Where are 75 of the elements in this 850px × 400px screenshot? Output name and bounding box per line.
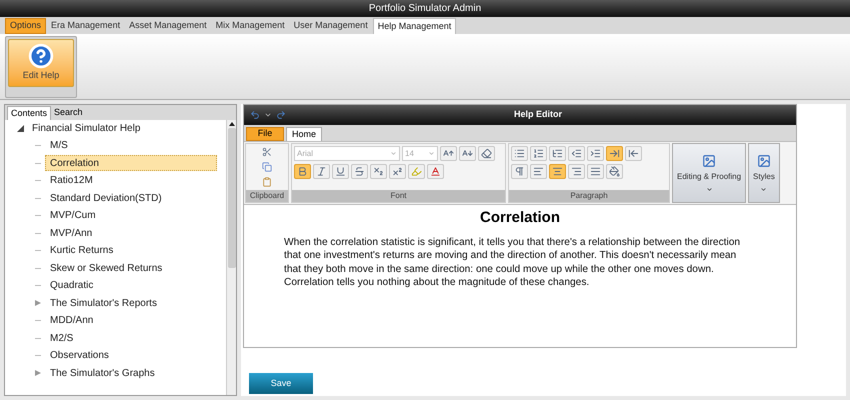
- tree-item[interactable]: Observations: [45, 348, 114, 364]
- subscript-icon[interactable]: [370, 164, 387, 179]
- ribbon-dropdown-button[interactable]: Styles: [748, 143, 780, 203]
- decrease-indent-icon[interactable]: [568, 146, 585, 161]
- tree-item[interactable]: The Simulator's Graphs: [45, 365, 160, 382]
- editor-title: Help Editor: [512, 108, 563, 122]
- tree-item[interactable]: MVP/Ann: [45, 225, 98, 242]
- caret-icon: [760, 186, 768, 192]
- tree-item[interactable]: MDD/Ann: [45, 312, 98, 329]
- caret-icon: [706, 186, 713, 192]
- group-label: Font: [292, 190, 505, 202]
- align-left-icon[interactable]: [530, 164, 547, 179]
- tree-item[interactable]: Standard Deviation(STD): [45, 190, 167, 206]
- shading-icon[interactable]: [606, 164, 623, 179]
- scrollbar[interactable]: [226, 120, 236, 395]
- tree-item[interactable]: The Simulator's Reports: [45, 295, 162, 312]
- tree-item[interactable]: Financial Simulator Help: [28, 121, 144, 136]
- document-paragraph: When the correlation statistic is significant, it tells you that there's a relationship between the direction that one investment's returns are moving and the direction of another. This doesn't necessarily mean that they both move in the same direction: one could move up while the other one moves down. Correlation tells you nothing about the magnitude of these changes.: [284, 236, 742, 290]
- justify-icon[interactable]: [587, 164, 604, 179]
- tree-item[interactable]: MVP/Cum: [45, 208, 101, 224]
- numbered-list-icon[interactable]: [530, 146, 547, 161]
- editor-tab[interactable]: File: [246, 127, 284, 141]
- grow-font-icon[interactable]: [440, 146, 457, 161]
- scroll-up-arrow-icon[interactable]: [228, 122, 234, 126]
- save-button[interactable]: Save: [249, 373, 313, 394]
- menu-tab[interactable]: Help Management: [372, 18, 456, 34]
- menu-tab[interactable]: Asset Management: [125, 18, 211, 34]
- pilcrow-icon[interactable]: [511, 164, 528, 179]
- tree-item[interactable]: Ratio12M: [45, 172, 98, 189]
- sidebar-tab[interactable]: Contents: [7, 106, 52, 120]
- multilevel-list-icon[interactable]: [549, 146, 566, 161]
- strikethrough-icon[interactable]: [351, 164, 368, 179]
- menu-tab[interactable]: User Management: [290, 18, 372, 34]
- caret-icon: [428, 150, 435, 157]
- superscript-icon[interactable]: [389, 164, 406, 179]
- window-title: Portfolio Simulator Admin: [368, 2, 482, 16]
- bullet-list-icon[interactable]: [511, 146, 528, 161]
- align-center-icon[interactable]: [549, 164, 566, 179]
- italic-icon[interactable]: [313, 164, 330, 179]
- picture-icon: [756, 154, 771, 168]
- menu-tab[interactable]: Options: [5, 18, 46, 34]
- help-question-icon: [28, 43, 54, 70]
- ribbon-dropdown-button[interactable]: Editing & Proofing: [672, 143, 746, 203]
- tree-item[interactable]: Skew or Skewed Returns: [45, 260, 168, 276]
- tree-item[interactable]: Quadratic: [45, 278, 98, 294]
- copy-icon[interactable]: [262, 162, 272, 172]
- group-label: Paragraph: [509, 190, 669, 202]
- tree-item[interactable]: Kurtic Returns: [45, 242, 118, 259]
- caret-icon: [390, 150, 397, 157]
- tree-item[interactable]: M/S: [45, 138, 73, 154]
- paste-icon[interactable]: [262, 177, 272, 188]
- editor-tab[interactable]: Home: [286, 127, 322, 141]
- menu-tab[interactable]: Mix Management: [212, 18, 289, 34]
- edit-help-button[interactable]: Edit Help: [8, 39, 74, 87]
- align-right-icon[interactable]: [568, 164, 585, 179]
- increase-indent-icon[interactable]: [587, 146, 604, 161]
- cut-icon[interactable]: [262, 146, 272, 157]
- underline-icon[interactable]: [332, 164, 349, 179]
- document-heading: Correlation: [478, 208, 561, 228]
- redo-icon[interactable]: [276, 110, 286, 120]
- menu-tab[interactable]: Era Management: [47, 18, 124, 34]
- collapse-triangle-icon[interactable]: [17, 125, 24, 132]
- bold-icon[interactable]: [294, 164, 311, 179]
- caret-icon[interactable]: [264, 111, 272, 119]
- picture-icon: [702, 154, 716, 168]
- group-label: Clipboard: [246, 190, 288, 202]
- tree-item[interactable]: M2/S: [45, 330, 78, 346]
- font-color-icon[interactable]: [427, 164, 444, 179]
- expand-triangle-icon[interactable]: [35, 370, 41, 376]
- expand-triangle-icon[interactable]: [35, 300, 41, 306]
- shrink-font-icon[interactable]: [459, 146, 476, 161]
- sidebar-tab[interactable]: Search: [51, 106, 86, 120]
- clear-format-icon[interactable]: [478, 146, 495, 161]
- tree-item[interactable]: Correlation: [45, 155, 217, 172]
- undo-icon[interactable]: [250, 110, 260, 120]
